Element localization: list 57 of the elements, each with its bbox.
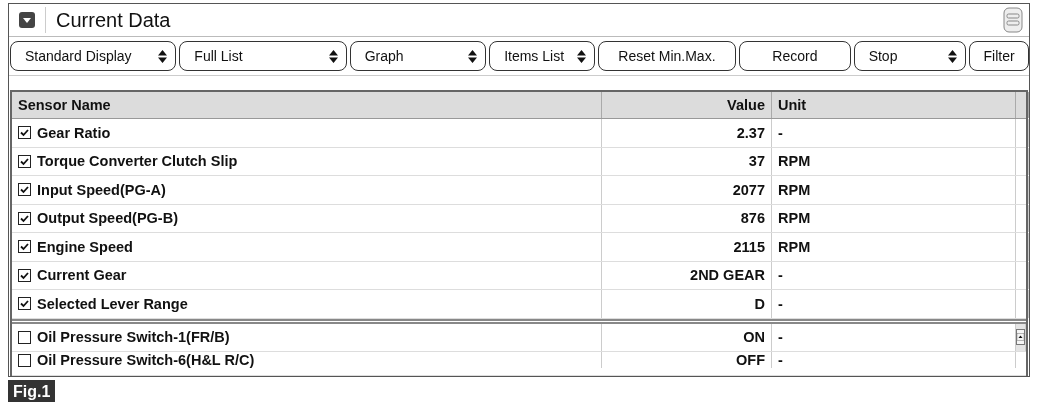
sensor-unit: - xyxy=(778,267,783,284)
sensor-value: 2115 xyxy=(733,238,765,255)
up-down-arrows-icon xyxy=(948,49,958,63)
toolbar-button[interactable]: Reset Min.Max. xyxy=(597,41,737,71)
sensor-unit: - xyxy=(778,295,783,312)
collapse-icon[interactable] xyxy=(19,12,35,28)
checkbox[interactable] xyxy=(18,240,31,254)
toolbar-button[interactable]: Standard Display xyxy=(10,41,177,71)
sensor-value: 2077 xyxy=(732,181,765,198)
sensor-value: 876 xyxy=(740,210,765,227)
checkbox[interactable] xyxy=(18,183,31,197)
toolbar-button[interactable]: Items List xyxy=(489,41,595,71)
up-down-arrows-icon xyxy=(158,49,168,63)
up-down-arrows-icon xyxy=(468,49,478,63)
sensor-unit: RPM xyxy=(778,181,811,198)
panel-title: Current Data xyxy=(56,8,172,32)
figure-label: Fig.1 xyxy=(8,380,56,402)
sensor-unit: RPM xyxy=(778,153,811,170)
sensor-value: OFF xyxy=(736,352,765,368)
menu-icon[interactable] xyxy=(1003,7,1023,33)
sensor-value: 2.37 xyxy=(736,124,765,141)
sensor-unit: - xyxy=(778,124,783,141)
sensor-name: Input Speed(PG-A) xyxy=(37,181,166,198)
column-header[interactable]: Value xyxy=(602,92,772,118)
sensor-value: D xyxy=(754,295,765,312)
sensor-name: Oil Pressure Switch-1(FR/B) xyxy=(37,329,230,346)
scroll-up-icon[interactable] xyxy=(1016,329,1025,346)
sensor-unit: RPM xyxy=(778,210,811,227)
column-header[interactable]: Sensor Name xyxy=(12,92,602,118)
sensor-name: Output Speed(PG-B) xyxy=(37,210,178,227)
checkbox[interactable] xyxy=(18,297,31,311)
sensor-unit: RPM xyxy=(778,238,811,255)
checkbox[interactable] xyxy=(18,330,31,344)
toolbar-button[interactable]: Filter xyxy=(969,41,1029,71)
checkbox[interactable] xyxy=(18,268,31,282)
toolbar-button[interactable]: Stop xyxy=(853,41,967,71)
sensor-name: Oil Pressure Switch-6(H&L R/C) xyxy=(37,352,255,368)
toolbar-button[interactable]: Record xyxy=(739,41,851,71)
up-down-arrows-icon xyxy=(328,49,338,63)
sensor-value: ON xyxy=(743,329,765,346)
up-down-arrows-icon xyxy=(576,49,586,63)
column-header[interactable]: Unit xyxy=(772,92,1016,118)
checkbox[interactable] xyxy=(18,126,31,140)
checkbox[interactable] xyxy=(18,154,31,168)
sensor-value: 2ND GEAR xyxy=(690,267,765,284)
checkbox[interactable] xyxy=(18,211,31,225)
toolbar-button[interactable]: Full List xyxy=(179,41,347,71)
sensor-unit: - xyxy=(778,329,783,346)
checkbox[interactable] xyxy=(18,353,31,367)
sensor-name: Engine Speed xyxy=(37,238,133,255)
sensor-value: 37 xyxy=(748,153,765,170)
sensor-name: Selected Lever Range xyxy=(37,295,188,312)
toolbar-button[interactable]: Graph xyxy=(349,41,487,71)
sensor-name: Gear Ratio xyxy=(37,124,111,141)
sensor-unit: - xyxy=(778,352,783,368)
sensor-name: Torque Converter Clutch Slip xyxy=(37,153,238,170)
sensor-name: Current Gear xyxy=(37,267,127,284)
